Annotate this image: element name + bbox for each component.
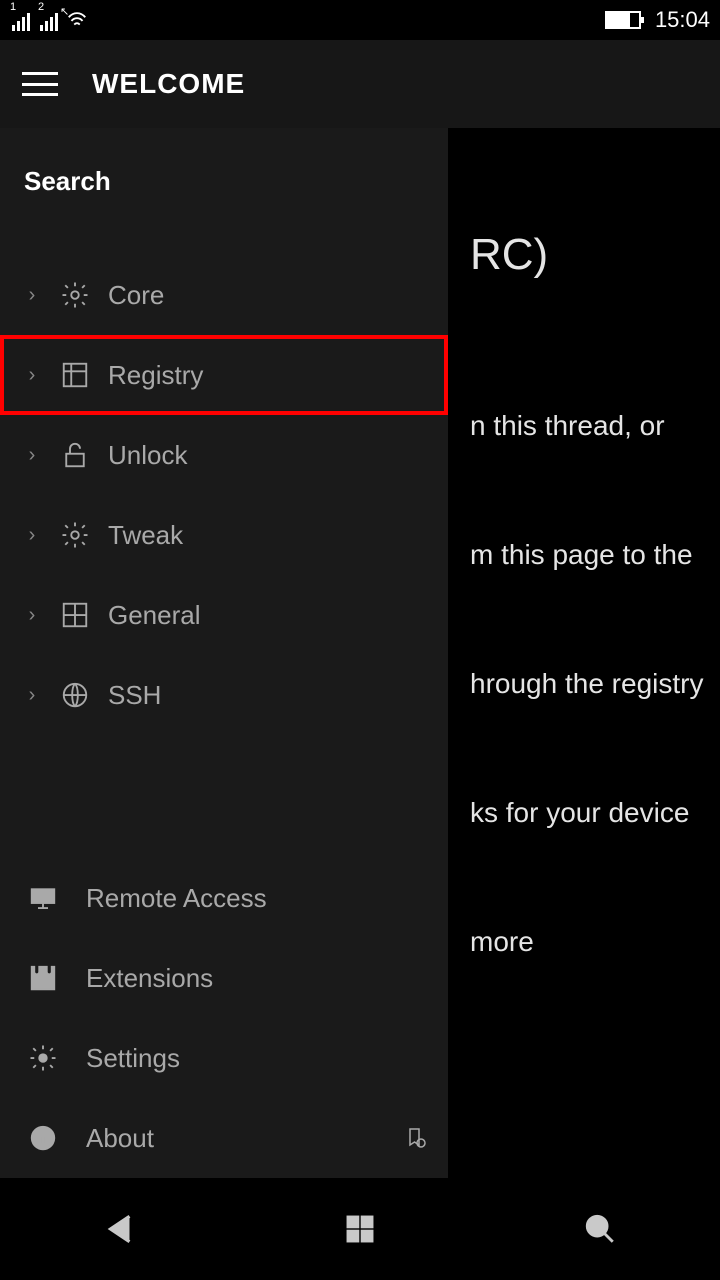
background-line: n this thread, or	[470, 406, 720, 445]
hamburger-menu-button[interactable]	[22, 72, 58, 96]
chevron-right-icon: ›	[22, 604, 42, 627]
background-line: hrough the registry	[470, 664, 720, 703]
info-icon	[28, 1123, 58, 1153]
sidebar-item-label: About	[86, 1123, 154, 1154]
gear-icon	[60, 520, 90, 550]
chevron-right-icon: ›	[22, 684, 42, 707]
battery-icon	[605, 11, 641, 29]
home-button[interactable]	[339, 1208, 381, 1250]
sidebar-item-label: Unlock	[108, 440, 187, 471]
sidebar-item-extensions[interactable]: Extensions	[0, 938, 448, 1018]
chevron-right-icon: ›	[22, 284, 42, 307]
signal-sim1: 1	[10, 11, 30, 31]
background-line: m this page to the	[470, 535, 720, 574]
wifi-icon: ↖	[66, 9, 88, 31]
back-button[interactable]	[99, 1208, 141, 1250]
sidebar-item-core[interactable]: › Core	[0, 255, 448, 335]
chevron-right-icon: ›	[22, 524, 42, 547]
search-button[interactable]	[579, 1208, 621, 1250]
chevron-right-icon: ›	[22, 364, 42, 387]
status-time: 15:04	[655, 7, 710, 33]
chevron-right-icon: ›	[22, 444, 42, 467]
sidebar-item-settings[interactable]: Settings	[0, 1018, 448, 1098]
sidebar-item-label: Settings	[86, 1043, 180, 1074]
sidebar-item-tweak[interactable]: › Tweak	[0, 495, 448, 575]
globe-icon	[60, 680, 90, 710]
background-line: more	[470, 922, 720, 961]
system-nav-bar	[0, 1178, 720, 1280]
registry-icon	[60, 360, 90, 390]
sidebar-item-remote-access[interactable]: Remote Access	[0, 858, 448, 938]
page-title: WELCOME	[92, 68, 245, 100]
sidebar-item-general[interactable]: › General	[0, 575, 448, 655]
status-bar: 1 2 ↖ 15:04	[0, 0, 720, 40]
sidebar-item-label: General	[108, 600, 201, 631]
background-title: RC)	[470, 224, 720, 286]
sidebar-item-label: Registry	[108, 360, 203, 391]
sidebar-item-unlock[interactable]: › Unlock	[0, 415, 448, 495]
search-label[interactable]: Search	[0, 128, 448, 215]
sidebar-item-label: SSH	[108, 680, 161, 711]
sidebar-item-label: Core	[108, 280, 164, 311]
unlock-icon	[60, 440, 90, 470]
sidebar-item-registry[interactable]: › Registry	[0, 335, 448, 415]
sidebar-item-ssh[interactable]: › SSH	[0, 655, 448, 735]
app-header: WELCOME	[0, 40, 720, 128]
signal-sim2: 2	[38, 11, 58, 31]
sidebar-item-about[interactable]: About	[0, 1098, 448, 1178]
sidebar-item-label: Tweak	[108, 520, 183, 551]
background-line: ks for your device	[470, 793, 720, 832]
grid-icon	[60, 600, 90, 630]
sidebar-item-label: Extensions	[86, 963, 213, 994]
gear-icon	[28, 1043, 58, 1073]
bookmark-badge-icon	[404, 1126, 428, 1150]
puzzle-icon	[28, 963, 58, 993]
gear-icon	[60, 280, 90, 310]
sidebar: Search › Core › Registry › Unlock ›	[0, 128, 448, 1178]
sidebar-item-label: Remote Access	[86, 883, 267, 914]
monitor-icon	[28, 883, 58, 913]
